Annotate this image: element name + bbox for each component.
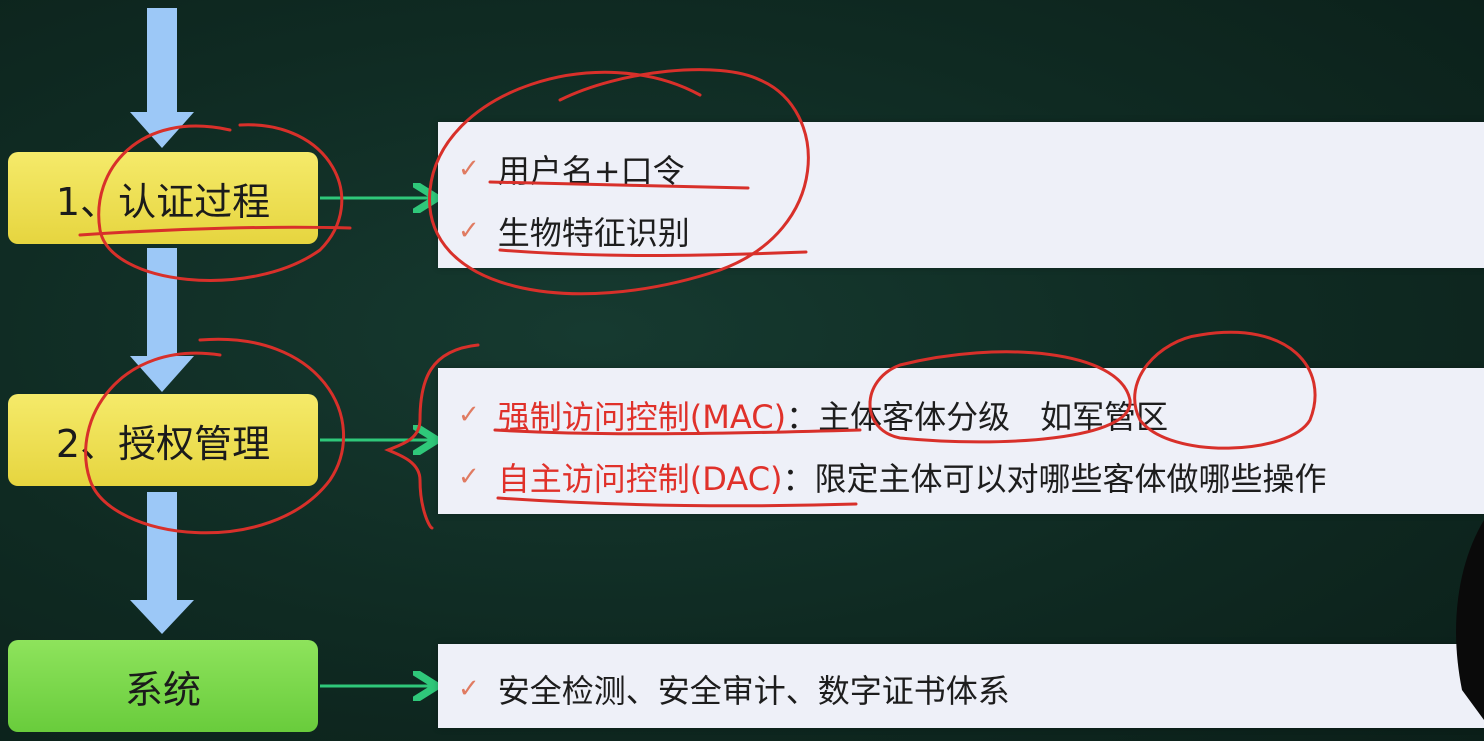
presenter-silhouette [1456, 520, 1484, 720]
